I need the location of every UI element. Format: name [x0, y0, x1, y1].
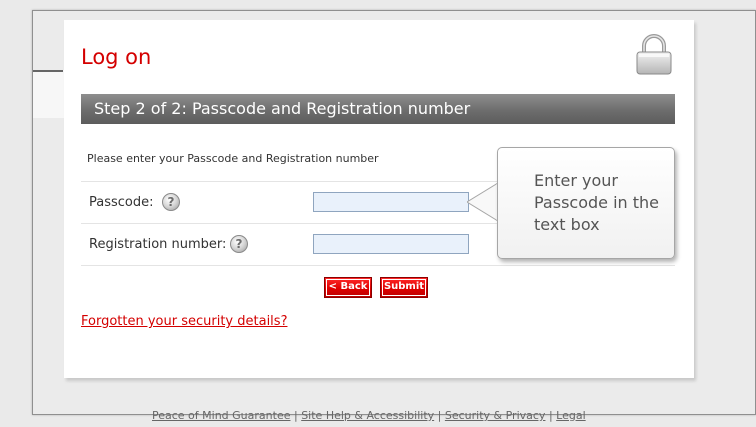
tooltip-callout: Enter your Passcode in the text box	[497, 147, 675, 259]
submit-button[interactable]: Submit	[380, 277, 428, 298]
back-button[interactable]: < Back	[324, 277, 372, 298]
registration-number-label: Registration number:	[89, 237, 227, 252]
help-icon[interactable]: ?	[230, 235, 248, 253]
passcode-label: Passcode:	[89, 195, 154, 210]
footer-separator: |	[293, 409, 298, 422]
footer-link-legal[interactable]: Legal	[556, 409, 585, 422]
help-icon[interactable]: ?	[162, 193, 180, 211]
footer-link-site-help[interactable]: Site Help & Accessibility	[301, 409, 434, 422]
background-line	[33, 70, 63, 72]
footer-link-peace-of-mind[interactable]: Peace of Mind Guarantee	[152, 409, 290, 422]
lock-icon	[636, 34, 672, 75]
footer-separator: |	[437, 409, 442, 422]
forgotten-security-details-link[interactable]: Forgotten your security details?	[81, 314, 287, 329]
footer-links: Peace of Mind Guarantee | Site Help & Ac…	[152, 409, 586, 422]
divider	[81, 265, 675, 266]
registration-number-input[interactable]	[313, 234, 469, 254]
page-title: Log on	[81, 45, 152, 69]
passcode-input[interactable]	[313, 192, 469, 212]
tooltip-text: Enter your Passcode in the text box	[534, 171, 660, 234]
instructions-text: Please enter your Passcode and Registrat…	[87, 152, 379, 165]
tooltip-arrow	[467, 183, 500, 221]
step-heading-bar: Step 2 of 2: Passcode and Registration n…	[81, 94, 675, 124]
footer-separator: |	[548, 409, 553, 422]
footer-link-security-privacy[interactable]: Security & Privacy	[445, 409, 546, 422]
background-band	[33, 70, 64, 118]
